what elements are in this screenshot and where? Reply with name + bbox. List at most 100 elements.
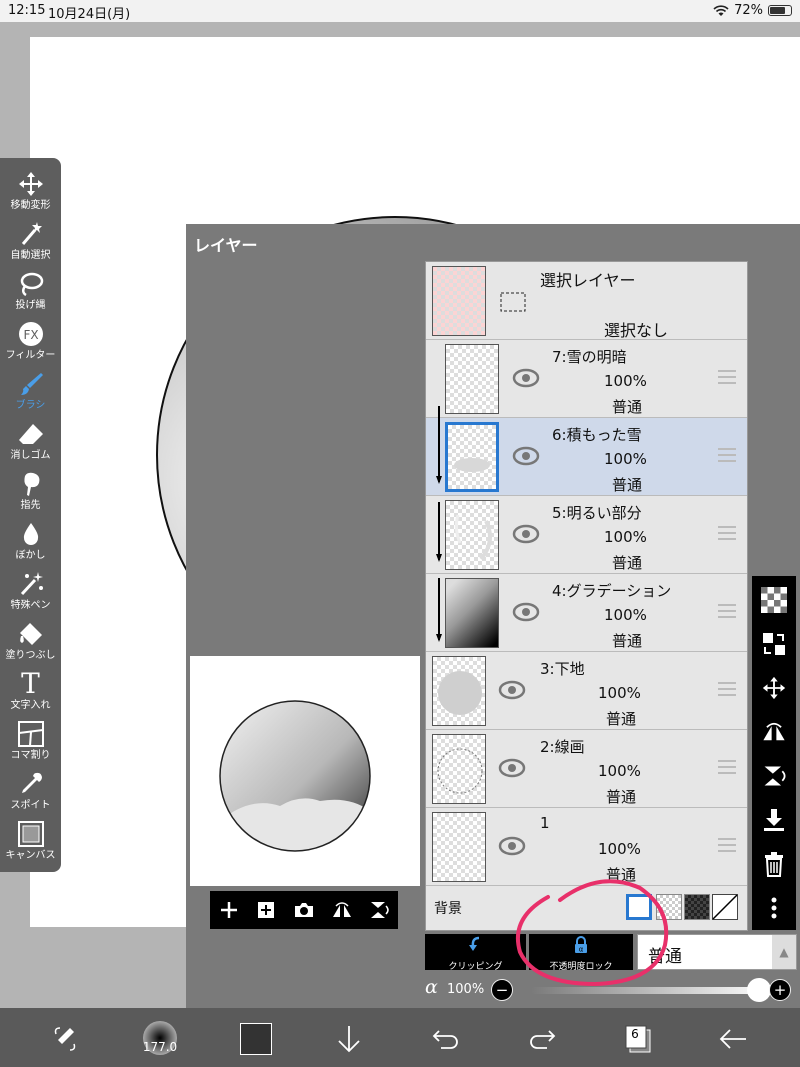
layer-flip-vertical-button[interactable] <box>752 756 796 796</box>
tool-label: 文字入れ <box>10 700 51 711</box>
tool-finger[interactable]: 指先 <box>0 468 61 518</box>
layer-window-title: レイヤー <box>194 236 258 255</box>
color-button[interactable] <box>239 1022 273 1056</box>
tool-canvas[interactable]: キャンバス <box>0 818 61 868</box>
delete-layer-button[interactable] <box>752 844 796 884</box>
arrow-left-icon <box>719 1029 746 1049</box>
opacity-decrease-button[interactable]: − <box>491 979 513 1001</box>
tool-auto-select[interactable]: 自動選択 <box>0 218 61 268</box>
drag-handle-icon[interactable] <box>718 448 736 466</box>
layer-move-button[interactable] <box>752 668 796 708</box>
move-icon <box>762 676 786 700</box>
tool-special-pen[interactable]: 特殊ペン <box>0 568 61 618</box>
layer-blend-mode: 普通 <box>606 866 637 884</box>
redo-button[interactable] <box>526 1022 558 1056</box>
undo-button[interactable] <box>430 1022 462 1056</box>
eye-icon[interactable] <box>498 756 526 780</box>
add-box-icon <box>258 902 275 918</box>
special-pen-icon <box>20 572 43 596</box>
tool-lasso[interactable]: 投げ縄 <box>0 268 61 318</box>
background-dark-swatch[interactable] <box>684 894 710 920</box>
layer-row[interactable]: 4:グラデーション 100% 普通 <box>426 574 747 652</box>
selection-layer-thumbnail <box>432 266 486 336</box>
clipping-indicator-lines <box>436 406 442 642</box>
layer-thumbnail <box>445 422 499 492</box>
triangle-up-icon: ▲ <box>772 935 796 969</box>
text-icon: T <box>21 667 40 700</box>
flip-horizontal-icon <box>763 722 785 741</box>
layer-swap-button[interactable] <box>752 624 796 664</box>
tool-fill[interactable]: 塗りつぶし <box>0 618 61 668</box>
checker-icon <box>761 587 787 613</box>
preview-image <box>219 700 371 852</box>
tool-label: ぼかし <box>15 550 46 561</box>
tool-text[interactable]: T 文字入れ <box>0 668 61 718</box>
more-options-button[interactable] <box>752 888 796 928</box>
eye-icon[interactable] <box>498 678 526 702</box>
camera-button[interactable] <box>289 895 319 925</box>
layer-preview-toolbar <box>210 891 398 929</box>
plus-icon <box>220 902 237 918</box>
drag-handle-icon[interactable] <box>718 370 736 388</box>
selection-status: 選択なし <box>604 321 669 340</box>
tool-eraser[interactable]: 消しゴム <box>0 418 61 468</box>
swap-icon <box>763 633 785 655</box>
layer-thumbnail <box>445 500 499 570</box>
eye-icon[interactable] <box>512 444 540 468</box>
eye-icon[interactable] <box>498 834 526 858</box>
flip-vertical-button[interactable] <box>364 895 394 925</box>
tool-frame-divide[interactable]: コマ割り <box>0 718 61 768</box>
add-layer-box-button[interactable] <box>251 895 281 925</box>
transparent-bg-button[interactable] <box>752 580 796 620</box>
tool-move[interactable]: 移動変形 <box>0 168 61 218</box>
clipping-button[interactable]: クリッピング <box>425 934 526 972</box>
drag-handle-icon[interactable] <box>718 760 736 778</box>
layer-row[interactable]: 5:明るい部分 100% 普通 <box>426 496 747 574</box>
frame-divide-icon <box>17 721 44 747</box>
lock-alpha-icon: α <box>575 936 587 954</box>
opacity-slider-knob[interactable] <box>747 978 771 1002</box>
drag-handle-icon[interactable] <box>718 682 736 700</box>
eye-icon[interactable] <box>512 366 540 390</box>
brush-size-value: 177.0 <box>142 1040 178 1054</box>
opacity-lock-button[interactable]: α 不透明度ロック <box>529 934 633 972</box>
layer-row[interactable]: 3:下地 100% 普通 <box>426 652 747 730</box>
selection-layer-row[interactable]: 選択レイヤー 選択なし <box>426 262 747 340</box>
tool-eyedropper[interactable]: スポイト <box>0 768 61 818</box>
opacity-increase-button[interactable]: + <box>769 979 791 1001</box>
tool-blur[interactable]: ぼかし <box>0 518 61 568</box>
layer-row[interactable]: 7:雪の明暗 100% 普通 <box>426 340 747 418</box>
blend-mode-select[interactable]: 普通 ▲ <box>637 934 797 970</box>
drag-handle-icon[interactable] <box>718 604 736 622</box>
down-arrow-button[interactable] <box>334 1022 364 1056</box>
layer-row-selected[interactable]: 6:積もった雪 100% 普通 <box>426 418 747 496</box>
tool-brush[interactable]: ブラシ <box>0 368 61 418</box>
back-button[interactable] <box>717 1022 749 1056</box>
background-none-swatch[interactable] <box>712 894 738 920</box>
opacity-slider[interactable] <box>531 987 771 994</box>
svg-text:α: α <box>579 946 584 954</box>
drag-handle-icon[interactable] <box>718 526 736 544</box>
layer-flip-horizontal-button[interactable] <box>752 712 796 752</box>
add-layer-button[interactable] <box>214 895 244 925</box>
fx-icon: FX <box>18 322 43 346</box>
layer-thumbnail <box>445 344 499 414</box>
eye-icon[interactable] <box>512 600 540 624</box>
tool-filter[interactable]: FX フィルター <box>0 318 61 368</box>
eye-icon[interactable] <box>512 522 540 546</box>
brush-size-button[interactable]: 177.0 <box>140 1018 180 1058</box>
flip-horizontal-button[interactable] <box>327 895 357 925</box>
layer-list: 選択レイヤー 選択なし 7:雪の明暗 100% 普通 6:積もった雪 100% … <box>425 261 748 931</box>
merge-down-button[interactable] <box>752 800 796 840</box>
layer-row[interactable]: 2:線画 100% 普通 <box>426 730 747 808</box>
layers-button[interactable]: 6 <box>622 1022 654 1056</box>
swap-tool-button[interactable] <box>48 1022 82 1056</box>
background-white-swatch[interactable] <box>626 894 652 920</box>
layer-opacity: 100% <box>604 606 647 624</box>
drag-handle-icon[interactable] <box>718 838 736 856</box>
tool-label: ブラシ <box>15 400 46 411</box>
background-transparent-swatch[interactable] <box>656 894 682 920</box>
layer-row[interactable]: 1 100% 普通 <box>426 808 747 886</box>
background-label: 背景 <box>434 901 462 917</box>
layer-name: 4:グラデーション <box>552 582 672 600</box>
